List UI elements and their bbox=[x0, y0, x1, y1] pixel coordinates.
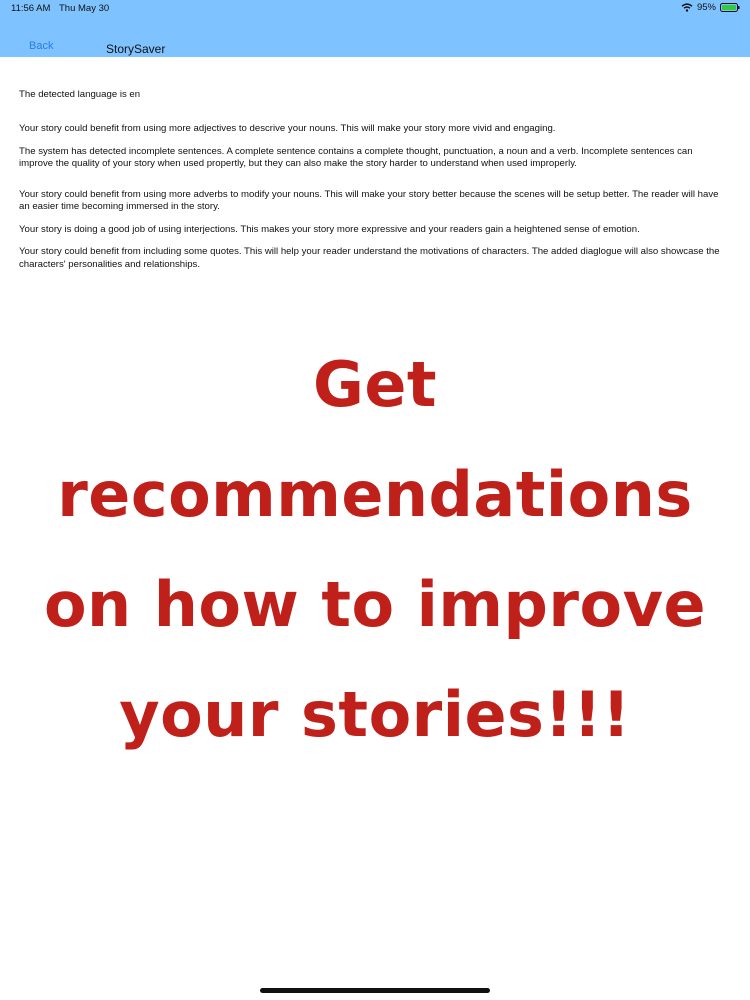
analysis-content: The detected language is en Your story c… bbox=[19, 89, 729, 281]
battery-icon bbox=[720, 3, 740, 12]
nav-title: StorySaver bbox=[106, 42, 166, 56]
back-button[interactable]: Back bbox=[29, 40, 53, 52]
status-right: 95% bbox=[681, 2, 740, 13]
top-bar: 11:56 AM Thu May 30 95% Back StorySaver bbox=[0, 0, 750, 57]
home-indicator[interactable] bbox=[260, 988, 490, 993]
detected-language: The detected language is en bbox=[19, 89, 141, 100]
suggestion-quotes: Your story could benefit from including … bbox=[19, 246, 720, 270]
suggestion-incomplete-sentences: The system has detected incomplete sente… bbox=[19, 145, 693, 170]
suggestion-adverbs: Your story could benefit from using more… bbox=[19, 188, 719, 213]
promo-line: Get bbox=[312, 348, 438, 421]
battery-percent: 95% bbox=[696, 2, 716, 13]
suggestion-interjections: Your story is doing a good job of using … bbox=[19, 223, 640, 235]
promo-headline: Get recommendations on how to improve yo… bbox=[0, 330, 750, 770]
status-time: 11:56 AM bbox=[11, 3, 51, 14]
promo-line: on how to improve bbox=[43, 568, 707, 641]
status-date: Thu May 30 bbox=[59, 3, 110, 14]
suggestion-adjectives: Your story could benefit from using more… bbox=[19, 123, 556, 135]
promo-line: recommendations bbox=[57, 458, 693, 531]
wifi-icon bbox=[681, 3, 693, 12]
promo-line: your stories!!! bbox=[119, 678, 631, 751]
